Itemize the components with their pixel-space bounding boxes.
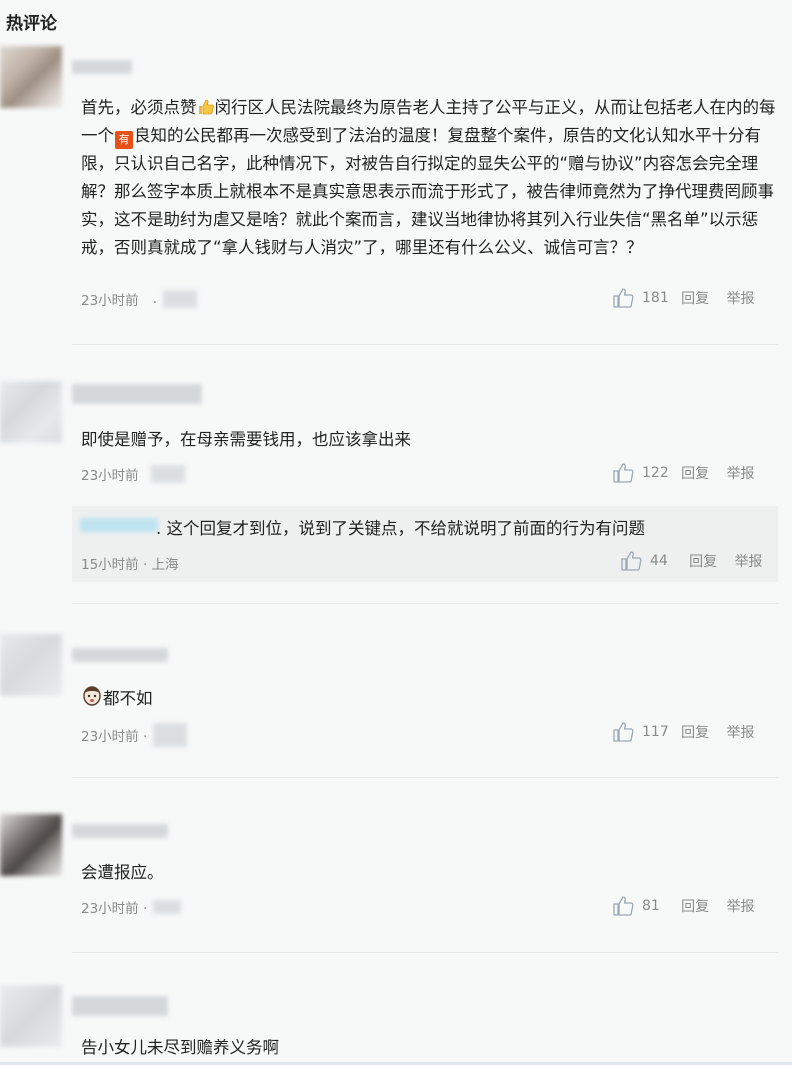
thumbs-up-icon [613, 722, 634, 742]
face-emoji-icon [83, 686, 101, 706]
like-count: 181 [642, 290, 669, 306]
avatar[interactable] [0, 46, 62, 108]
thumbs-up-emoji-icon [198, 99, 214, 115]
comment-meta: 23小时前. [81, 289, 197, 309]
location [150, 465, 185, 483]
comment-actions: 81 回复 举报 [612, 896, 772, 916]
like-button[interactable]: 81 [612, 896, 681, 916]
username[interactable] [72, 384, 202, 404]
username[interactable] [72, 996, 168, 1016]
badge-icon: 有 [115, 131, 133, 149]
like-count: 122 [642, 465, 669, 481]
report-button[interactable]: 举报 [735, 551, 780, 571]
sub-reply-text: . 这个回复才到位，说到了关键点，不给就说明了前面的行为有问题 [156, 519, 645, 538]
location [153, 723, 188, 747]
sub-reply: . 这个回复才到位，说到了关键点，不给就说明了前面的行为有问题 15小时前 · … [72, 506, 778, 582]
comment-actions: 122 回复 举报 [612, 463, 772, 483]
comment-actions: 117 回复 举报 [612, 722, 772, 742]
like-count: 81 [642, 898, 660, 914]
report-button[interactable]: 举报 [727, 288, 772, 308]
thumbs-up-icon [613, 463, 634, 483]
username[interactable] [72, 60, 132, 74]
like-button[interactable]: 44 [620, 551, 689, 571]
like-count: 44 [650, 553, 668, 569]
thumbs-up-icon [621, 551, 642, 571]
comment-meta: 23小时前 · [81, 897, 182, 917]
timestamp: 23小时前 · [81, 729, 148, 745]
username[interactable] [72, 648, 168, 662]
reply-button[interactable]: 回复 [681, 463, 726, 483]
comment-text: 首先，必须点赞 闵行区人民法院最终为原告老人主持了公平与正义，从而让包括老人在内的… [81, 98, 776, 257]
timestamp: 23小时前 [81, 468, 139, 484]
report-button[interactable]: 举报 [727, 722, 772, 742]
sub-reply-username[interactable] [80, 518, 158, 532]
comment-meta: 23小时前 · [81, 723, 188, 747]
comment-text: 告小女儿未尽到赡养义务啊 [81, 1038, 279, 1057]
section-title: 热评论 [6, 14, 57, 34]
sub-reply-meta: 15小时前 · 上海 [81, 557, 179, 573]
comment-meta: 23小时前 [81, 464, 185, 484]
like-count: 117 [642, 724, 669, 740]
timestamp: 23小时前 · [81, 901, 148, 917]
thumbs-up-icon [613, 896, 634, 916]
reply-button[interactable]: 回复 [681, 896, 726, 916]
reply-button[interactable]: 回复 [681, 722, 726, 742]
report-button[interactable]: 举报 [727, 463, 772, 483]
location [153, 900, 182, 914]
reply-button[interactable]: 回复 [681, 288, 726, 308]
like-button[interactable]: 122 [612, 463, 681, 483]
comment-actions: 181 回复 举报 [612, 288, 772, 308]
divider [72, 952, 778, 953]
reply-button[interactable]: 回复 [689, 551, 734, 571]
divider [72, 603, 778, 604]
comment-text: 即使是赠予，在母亲需要钱用，也应该拿出来 [81, 430, 411, 449]
timestamp: 23小时前 [81, 293, 139, 309]
avatar[interactable] [0, 814, 62, 876]
avatar[interactable] [0, 381, 62, 443]
divider [72, 344, 778, 345]
comment-text: 会遭报应。 [81, 863, 164, 882]
username[interactable] [72, 824, 168, 838]
thumbs-up-icon [613, 288, 634, 308]
divider [72, 777, 778, 778]
location [162, 290, 197, 308]
like-button[interactable]: 181 [612, 288, 681, 308]
report-button[interactable]: 举报 [727, 896, 772, 916]
avatar[interactable] [0, 985, 62, 1047]
comment-text: 都不如 [81, 685, 781, 713]
like-button[interactable]: 117 [612, 722, 681, 742]
avatar[interactable] [0, 634, 62, 696]
sub-reply-actions: 44 回复 举报 [620, 551, 780, 571]
